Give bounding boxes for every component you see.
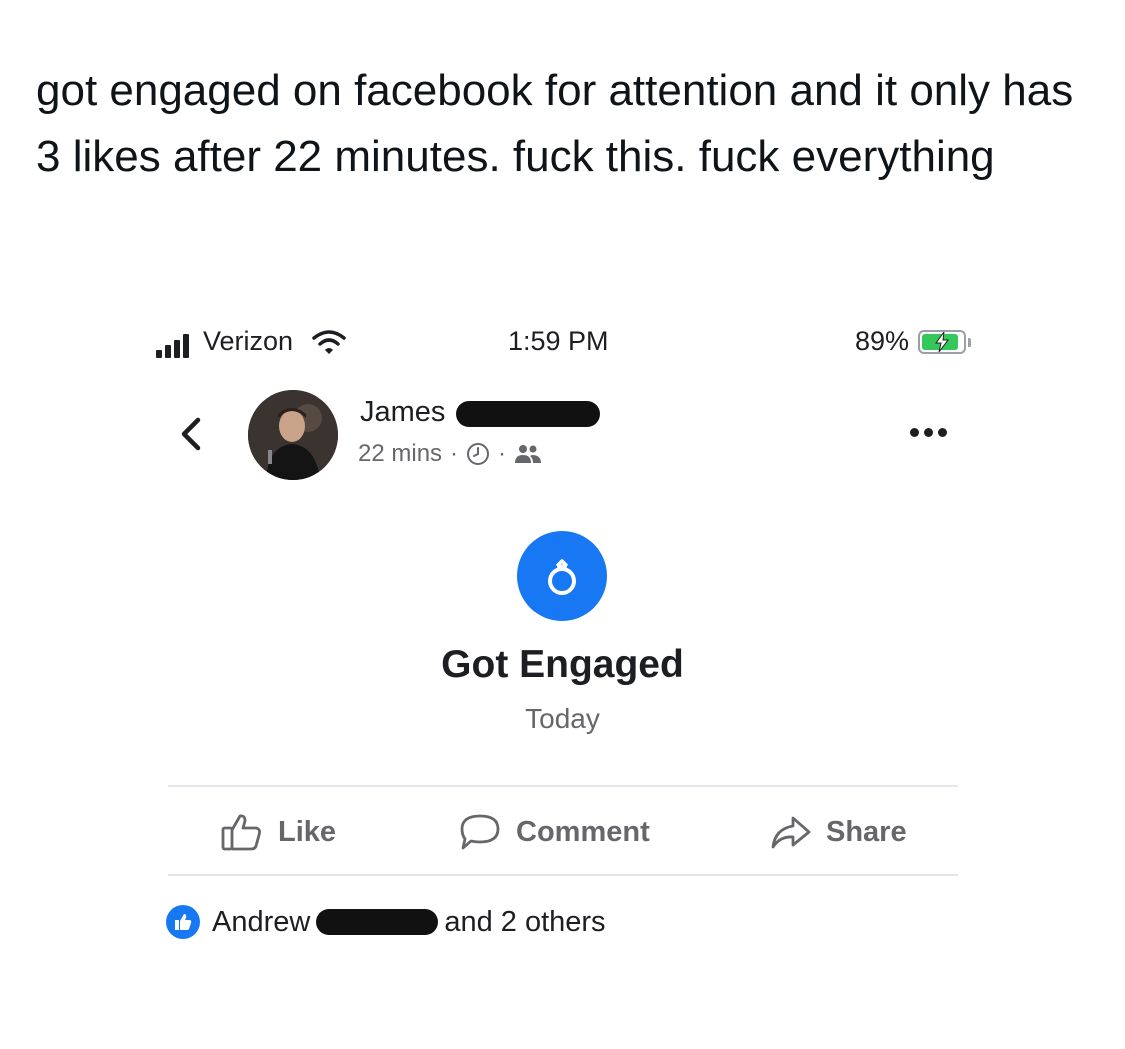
- like-button[interactable]: Like: [220, 812, 336, 852]
- friends-icon[interactable]: [514, 443, 542, 465]
- like-reaction-icon: [166, 905, 200, 939]
- meta-separator: ·: [450, 440, 459, 467]
- life-event-date: Today: [525, 703, 600, 734]
- post-meta: 22 mins · ·: [358, 440, 542, 468]
- ring-icon: [548, 559, 576, 595]
- status-bar: Verizon 1:59 PM 89%: [0, 322, 1125, 362]
- battery-icon: [918, 330, 966, 354]
- share-label: Share: [826, 815, 907, 848]
- share-button[interactable]: Share: [770, 812, 907, 852]
- redacted-surname: [456, 401, 600, 427]
- more-options-icon[interactable]: [910, 428, 947, 437]
- avatar-photo: [248, 390, 338, 480]
- status-time: 1:59 PM: [508, 326, 609, 356]
- first-liker-name[interactable]: Andrew: [212, 906, 310, 939]
- comment-icon: [460, 814, 500, 850]
- charging-bolt-icon: [935, 332, 949, 352]
- life-event-title: Got Engaged: [441, 643, 684, 686]
- post-author[interactable]: James: [360, 396, 445, 429]
- like-label: Like: [278, 815, 337, 848]
- signal-icon: [156, 334, 190, 358]
- others-count[interactable]: and 2 others: [444, 906, 605, 939]
- carrier-label: Verizon: [203, 326, 294, 356]
- author-avatar[interactable]: [248, 390, 338, 480]
- share-arrow-icon: [771, 816, 811, 849]
- life-event-badge: [517, 531, 607, 621]
- comment-button[interactable]: Comment: [458, 812, 650, 852]
- meta-separator: ·: [498, 440, 507, 467]
- post-time[interactable]: 22 mins: [358, 440, 442, 468]
- divider-top: [168, 785, 958, 787]
- back-chevron-icon[interactable]: [176, 414, 206, 454]
- battery-tip: [968, 338, 971, 347]
- divider-bottom: [168, 874, 958, 876]
- battery-percentage: 89%: [855, 326, 910, 356]
- wifi-icon: [312, 330, 346, 354]
- clock-icon: [467, 443, 490, 465]
- thumbs-up-icon: [221, 814, 261, 851]
- comment-label: Comment: [516, 815, 650, 848]
- tweet-text: got engaged on facebook for attention an…: [36, 66, 1086, 181]
- redacted-liker-surname: [316, 909, 439, 935]
- reactions-summary[interactable]: Andrew and 2 others: [166, 905, 606, 939]
